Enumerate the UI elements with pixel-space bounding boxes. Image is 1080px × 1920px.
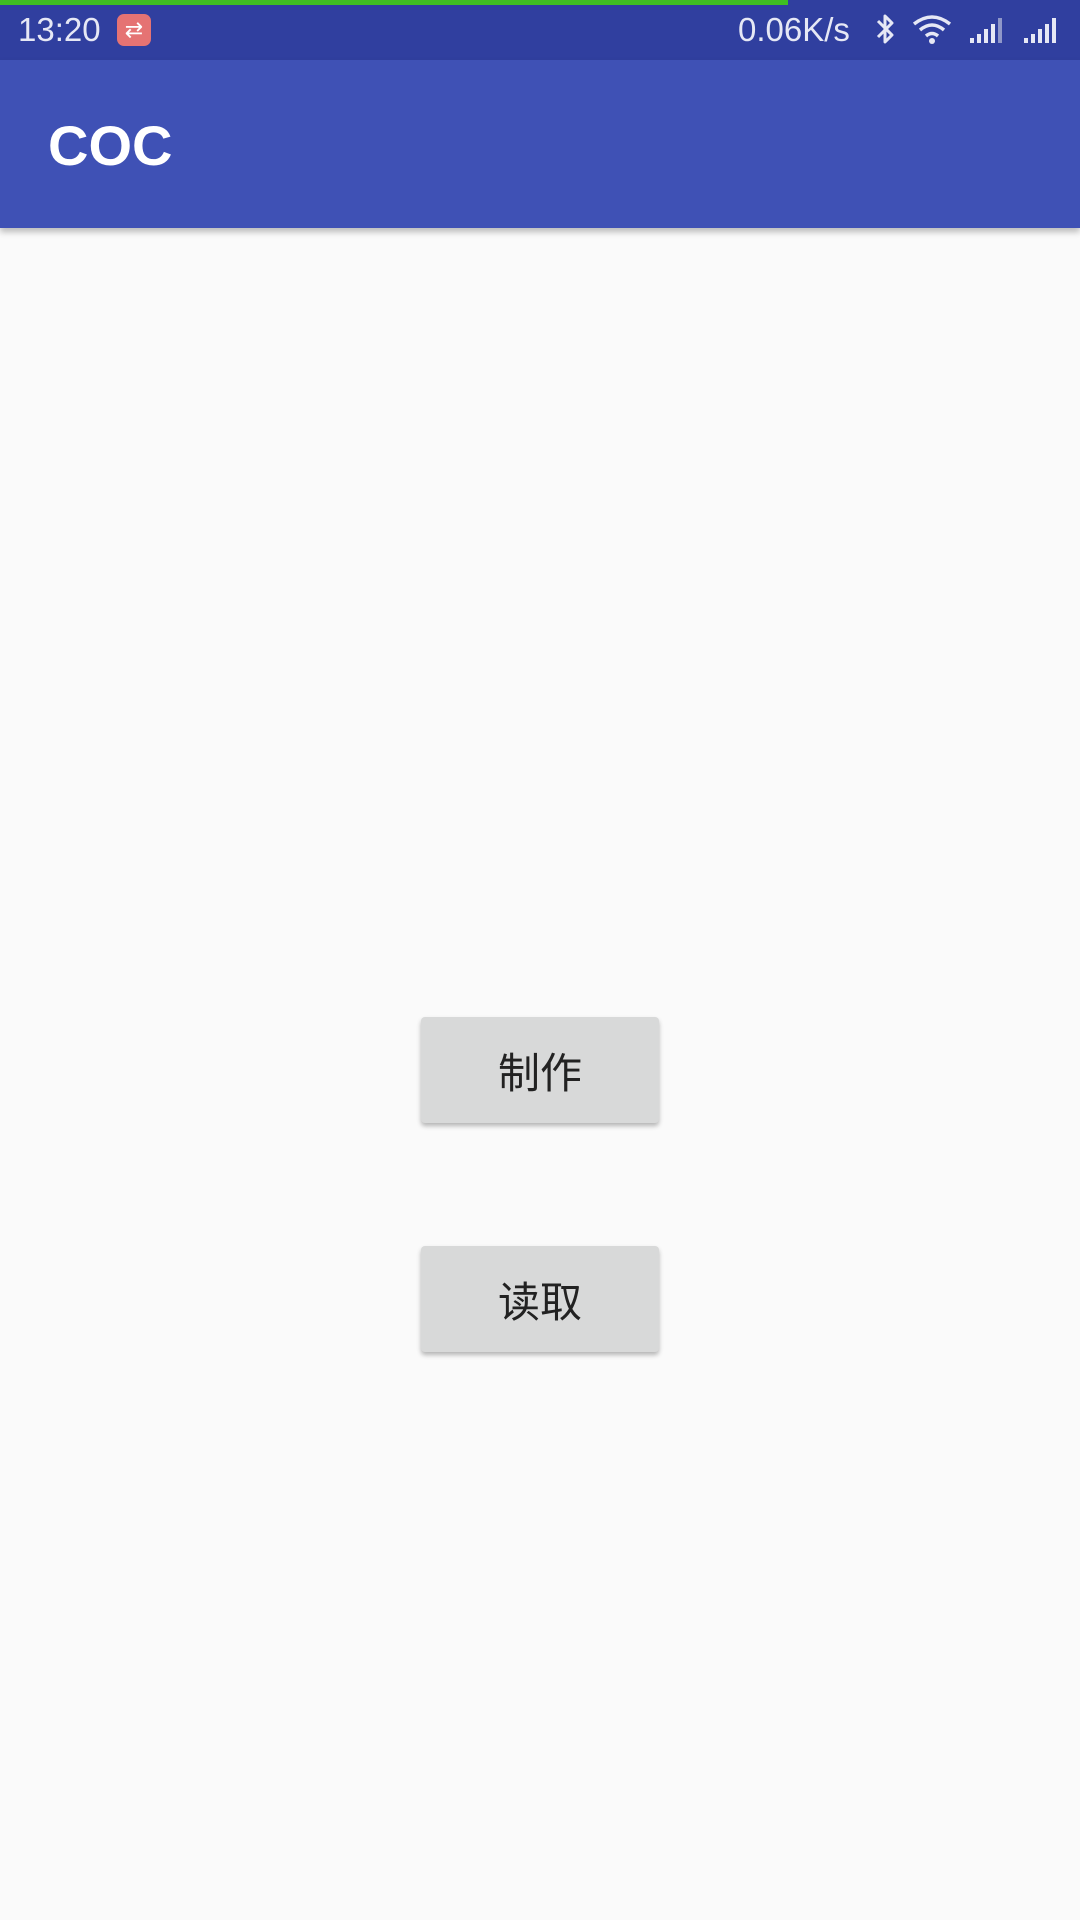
signal-icon: [1022, 16, 1062, 49]
running-app-icon: ⇄: [117, 14, 151, 46]
app-bar: COC: [0, 60, 1080, 228]
bluetooth-icon: [872, 12, 898, 51]
app-screen: 13:20 ⇄ 0.06K/s COC 制作 读取: [0, 0, 1080, 1920]
make-button[interactable]: 制作: [421, 1017, 659, 1123]
app-title: COC: [48, 114, 173, 177]
signal-icon: [968, 16, 1008, 49]
network-speed: 0.06K/s: [738, 11, 850, 48]
read-button[interactable]: 读取: [421, 1246, 659, 1352]
page-load-progress: [0, 0, 789, 5]
status-bar: 13:20 ⇄ 0.06K/s: [0, 0, 1080, 60]
wifi-icon: [912, 14, 952, 51]
status-time: 13:20: [18, 11, 101, 48]
